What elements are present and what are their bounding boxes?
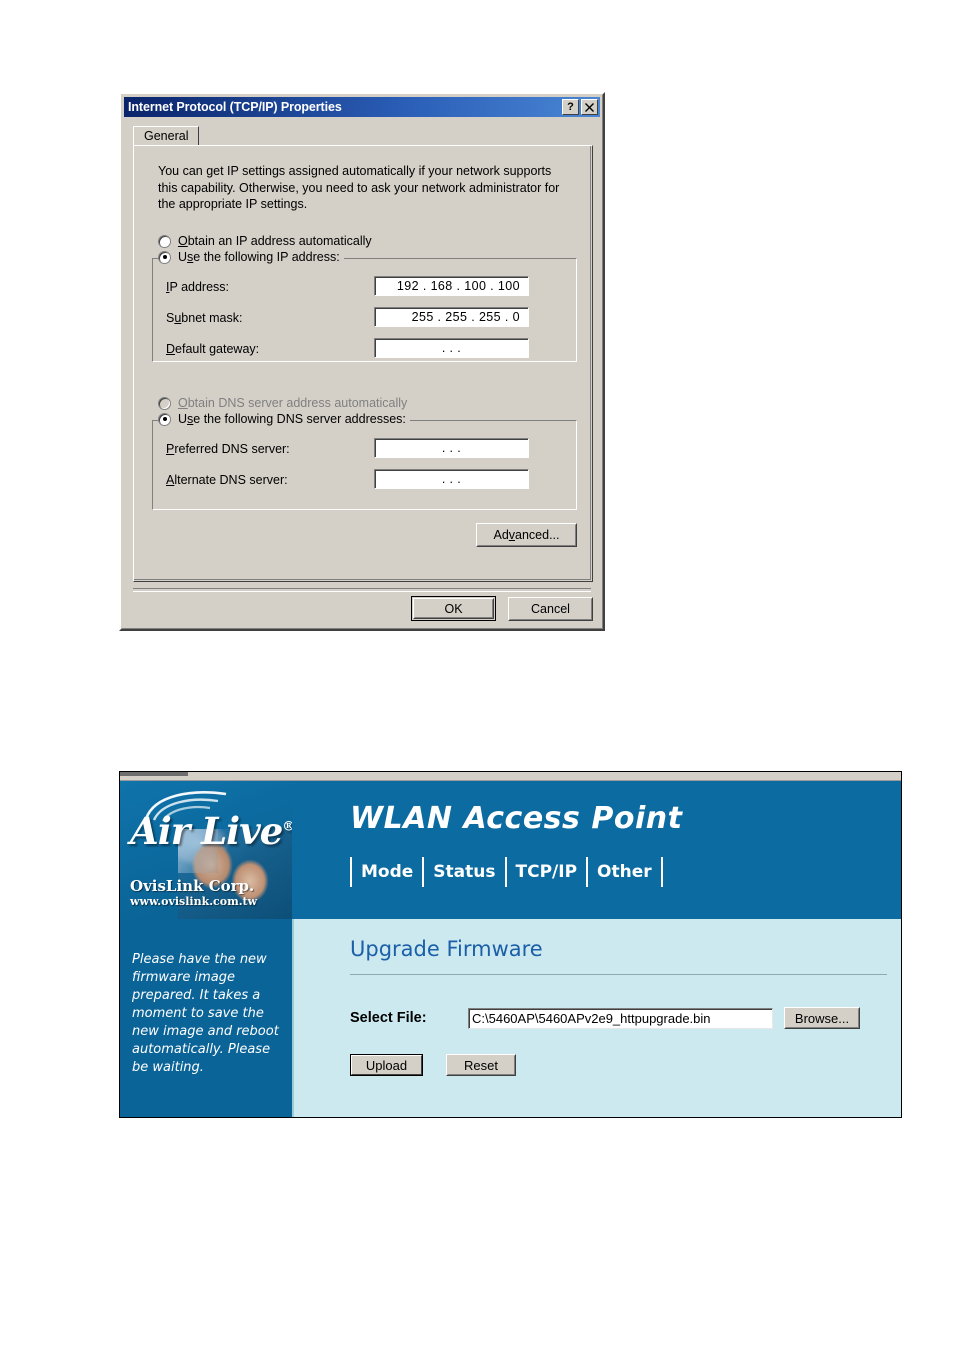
radio-obtain-dns-automatically[interactable]: Obtain DNS server address automatically [158,396,407,410]
tab-general[interactable]: General [133,126,200,146]
ok-button[interactable]: OK [411,596,496,621]
cancel-button[interactable]: Cancel [508,597,593,621]
alternate-dns-label: Alternate DNS server: [166,473,288,487]
preferred-dns-input[interactable]: . . . [374,438,529,458]
dialog-titlebar[interactable]: Internet Protocol (TCP/IP) Properties ? [124,97,600,117]
router-body: Please have the new firmware image prepa… [120,919,901,1117]
ip-address-input[interactable]: 192 . 168 . 100 . 100 [374,276,529,296]
tcpip-properties-dialog: Internet Protocol (TCP/IP) Properties ? … [119,92,605,631]
ip-address-label: IP address: [166,280,230,294]
advanced-button-label: Advanced... [493,528,560,542]
tab-other-label: Other [597,862,652,882]
tab-tcpip[interactable]: TCP/IP [504,857,587,887]
form-actions: Upload Reset [350,1054,516,1076]
page-title: Upgrade Firmware [350,937,543,961]
registered-mark-icon: ® [282,820,292,835]
radio-use-following-dns-label: Use the following DNS server addresses: [178,412,406,426]
use-following-dns-groupbox [152,420,577,510]
subnet-mask-input[interactable]: 255 . 255 . 255 . 0 [374,307,529,327]
default-gateway-input[interactable]: . . . [374,338,529,358]
close-button[interactable] [581,99,598,115]
sidebar-help-note: Please have the new firmware image prepa… [132,952,279,1075]
help-button[interactable]: ? [562,99,579,115]
radio-obtain-dns-label: Obtain DNS server address automatically [178,396,408,410]
airlive-wordmark: Air Live® [130,809,292,853]
radio-obtain-ip-automatically[interactable]: Obtain an IP address automatically [158,234,372,248]
ok-button-label: OK [444,601,463,616]
radio-selected-dot [162,417,167,421]
upload-button-label: Upload [365,1057,408,1073]
router-nav-tabs: Mode Status TCP/IP Other [350,857,663,887]
cancel-button-label: Cancel [531,602,570,616]
airlive-logo[interactable]: Air Live® OvisLink Corp. www.ovislink.co… [120,781,292,919]
radio-circle-icon [158,396,171,410]
tab-mode-label: Mode [361,862,414,882]
preferred-dns-label: Preferred DNS server: [166,442,290,456]
select-file-label: Select File: [350,1010,427,1026]
radio-obtain-ip-label: Obtain an IP address automatically [178,234,372,248]
radio-use-following-ip-label: Use the following IP address: [178,250,340,264]
dialog-separator [133,588,591,592]
radio-circle-icon [158,250,171,264]
router-content-panel: Upgrade Firmware Select File: C:\5460AP\… [292,919,901,1117]
use-following-ip-groupbox [152,258,577,362]
dialog-title: Internet Protocol (TCP/IP) Properties [128,100,342,114]
subnet-mask-label: Subnet mask: [166,311,243,325]
product-title: WLAN Access Point [350,801,683,836]
reset-button[interactable]: Reset [446,1054,516,1076]
page-title-rule [350,974,887,975]
browser-strip-nub [120,772,188,776]
radio-circle-icon [158,412,171,426]
radio-selected-dot [162,255,167,259]
tab-general-label: General [144,129,189,143]
radio-circle-icon [158,234,171,248]
ovislink-corp-text: OvisLink Corp. [130,877,255,895]
help-icon: ? [567,100,574,113]
radio-use-following-dns[interactable]: Use the following DNS server addresses: [158,412,410,426]
general-tab-panel: You can get IP settings assigned automat… [133,145,593,582]
upload-button[interactable]: Upload [350,1054,423,1076]
tab-tcpip-label: TCP/IP [515,862,578,882]
browse-button-label: Browse... [794,1010,850,1026]
groupbox-label-mask-ip [162,251,173,266]
ovislink-url-text: www.ovislink.com.tw [130,895,258,908]
select-file-row: Select File: C:\5460AP\5460APv2e9_httpup… [350,1007,860,1029]
firmware-file-input[interactable]: C:\5460AP\5460APv2e9_httpupgrade.bin [468,1007,773,1029]
advanced-button[interactable]: Advanced... [476,523,577,547]
radio-use-following-ip[interactable]: Use the following IP address: [158,250,344,264]
dialog-description: You can get IP settings assigned automat… [158,164,560,211]
close-icon [585,102,594,112]
default-gateway-label: Default gateway: [166,342,260,356]
router-web-ui: Air Live® OvisLink Corp. www.ovislink.co… [119,771,902,1118]
router-header: Air Live® OvisLink Corp. www.ovislink.co… [120,781,901,919]
tab-mode[interactable]: Mode [350,857,422,887]
tab-other[interactable]: Other [586,857,663,887]
alternate-dns-input[interactable]: . . . [374,469,529,489]
tab-status[interactable]: Status [422,857,504,887]
dialog-tabstrip: General [133,126,593,146]
browse-button[interactable]: Browse... [784,1007,860,1029]
router-sidebar: Please have the new firmware image prepa… [120,919,292,1117]
reset-button-label: Reset [464,1057,498,1073]
tab-status-label: Status [433,862,496,882]
browser-chrome-strip [120,772,901,781]
